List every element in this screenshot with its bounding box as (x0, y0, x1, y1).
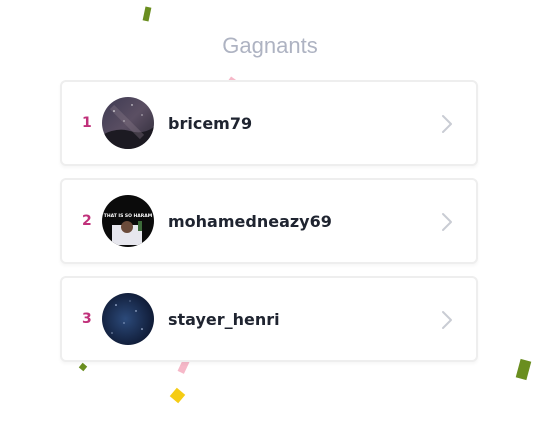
confetti-piece (142, 6, 152, 22)
avatar-caption: THAT IS SO HARAM (104, 213, 153, 219)
winner-row[interactable]: 3 stayer_henri (60, 276, 478, 362)
confetti-piece (78, 362, 88, 372)
night-sky-avatar (102, 97, 154, 149)
chevron-right-icon (442, 115, 452, 133)
page-title: Gagnants (222, 33, 318, 58)
rank-number: 3 (82, 311, 92, 327)
galaxy-avatar (102, 293, 154, 345)
winner-row[interactable]: 2 THAT IS SO HARAM mohamedneazy69 (60, 178, 478, 264)
winner-username: bricem79 (168, 113, 253, 133)
rank-number: 2 (82, 213, 92, 229)
winner-username: mohamedneazy69 (168, 211, 332, 231)
confetti-piece (169, 387, 186, 404)
chevron-right-icon (442, 213, 452, 231)
meme-avatar: THAT IS SO HARAM (102, 195, 154, 247)
rank-number: 1 (82, 115, 92, 131)
confetti-piece (515, 358, 532, 381)
winner-username: stayer_henri (168, 309, 280, 329)
winner-row[interactable]: 1 bricem79 (60, 80, 478, 166)
chevron-right-icon (442, 311, 452, 329)
